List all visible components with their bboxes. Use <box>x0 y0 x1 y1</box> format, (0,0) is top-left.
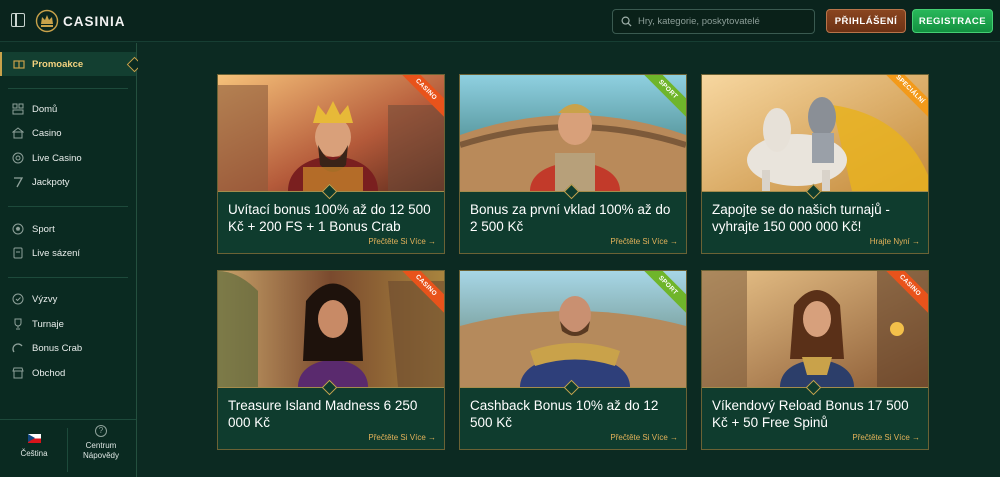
promo-title: Zapojte se do našich turnajů - vyhrajte … <box>712 202 890 234</box>
read-more-link[interactable]: Přečtěte Si Více <box>610 237 678 246</box>
promo-image-gladiator <box>460 75 686 191</box>
sidebar: Promoakce Domů Casino Live Casino Jackpo… <box>0 43 137 477</box>
read-more-link[interactable]: Přečtěte Si Více <box>610 433 678 442</box>
sidebar-item-label: Live Casino <box>32 152 82 164</box>
sidebar-item-label: Jackpoty <box>32 176 70 188</box>
sidebar-item-domu[interactable]: Domů <box>0 99 130 119</box>
promo-title: Bonus za první vklad 100% až do 2 500 Kč <box>470 202 671 234</box>
seven-icon <box>12 176 24 188</box>
promo-image-heroine <box>702 271 928 387</box>
crab-claw-icon <box>12 342 24 354</box>
help-center-link[interactable]: ? Centrum Nápovědy <box>73 425 129 461</box>
sidebar-item-label: Bonus Crab <box>32 342 83 354</box>
search-input[interactable] <box>638 16 808 27</box>
promo-image-treasure <box>218 271 444 387</box>
sidebar-footer: Čeština ? Centrum Nápovědy <box>0 419 136 477</box>
sidebar-divider <box>8 206 128 207</box>
promo-title: Cashback Bonus 10% až do 12 500 Kč <box>470 398 659 430</box>
search-box[interactable] <box>612 9 815 34</box>
sidebar-divider <box>8 277 128 278</box>
casino-building-icon <box>12 127 24 139</box>
sidebar-item-sport[interactable]: Sport <box>0 219 130 239</box>
shop-icon <box>12 367 24 379</box>
read-more-link[interactable]: Přečtěte Si Více <box>368 237 436 246</box>
crown-logo-icon <box>35 9 59 33</box>
help-label-line1: Centrum <box>85 441 117 450</box>
question-icon: ? <box>95 425 107 437</box>
top-bar: CASINIA PŘIHLÁŠENÍ REGISTRACE <box>0 0 1000 42</box>
read-more-link[interactable]: Přečtěte Si Více <box>368 433 436 442</box>
grid-icon <box>12 103 24 115</box>
sidebar-item-jackpoty[interactable]: Jackpoty <box>0 172 130 192</box>
sidebar-item-turnaje[interactable]: Turnaje <box>0 314 130 334</box>
sidebar-item-vyzvy[interactable]: Výzvy <box>0 289 130 309</box>
sidebar-item-casino[interactable]: Casino <box>0 123 130 143</box>
promo-card[interactable]: CASINO Víkendový Reload Bonus 17 500 Kč … <box>701 270 929 450</box>
sidebar-item-label: Sport <box>32 223 55 235</box>
sidebar-item-label: Obchod <box>32 367 66 379</box>
promo-card[interactable]: SPECIÁLNÍ Zapojte se do našich turnajů -… <box>701 74 929 254</box>
sidebar-item-live-casino[interactable]: Live Casino <box>0 148 130 168</box>
login-button[interactable]: PŘIHLÁŠENÍ <box>826 9 906 33</box>
promo-title: Treasure Island Madness 6 250 000 Kč <box>228 398 418 430</box>
promo-card[interactable]: CASINO Treasure Island Madness 6 250 000… <box>217 270 445 450</box>
promo-title: Uvítací bonus 100% až do 12 500 Kč + 200… <box>228 202 431 234</box>
sidebar-item-label: Promoakce <box>32 58 84 70</box>
trophy-icon <box>12 318 24 330</box>
promo-card[interactable]: SPORT Bonus za první vklad 100% až do 2 … <box>459 74 687 254</box>
soccer-ball-icon <box>12 223 24 235</box>
promo-card[interactable]: CASINO Uvítací bonus 100% až do 12 500 K… <box>217 74 445 254</box>
language-label: Čeština <box>20 449 48 458</box>
sidebar-item-obchod[interactable]: Obchod <box>0 363 130 383</box>
promo-image-king <box>218 75 444 191</box>
play-now-link[interactable]: Hrajte Nyní <box>870 237 920 246</box>
logo[interactable]: CASINIA <box>35 9 126 33</box>
promo-card[interactable]: SPORT Cashback Bonus 10% až do 12 500 Kč… <box>459 270 687 450</box>
sidebar-item-label: Casino <box>32 127 62 139</box>
sidebar-item-live-sazeni[interactable]: Live sázení <box>0 243 130 263</box>
brand-name: CASINIA <box>63 13 126 29</box>
sidebar-item-label: Domů <box>32 103 58 115</box>
sidebar-item-promoakce[interactable]: Promoakce <box>0 52 136 76</box>
challenge-icon <box>12 293 24 305</box>
promo-title: Víkendový Reload Bonus 17 500 Kč + 50 Fr… <box>712 398 909 430</box>
promotions-area: CASINO Uvítací bonus 100% až do 12 500 K… <box>138 43 1000 477</box>
register-button[interactable]: REGISTRACE <box>912 9 993 33</box>
footer-divider <box>67 428 68 472</box>
language-selector[interactable]: Čeština <box>10 434 58 459</box>
sidebar-item-label: Live sázení <box>32 247 81 259</box>
live-bet-icon <box>12 247 24 259</box>
sidebar-toggle-icon[interactable] <box>11 13 25 27</box>
search-icon <box>621 16 632 27</box>
czech-flag-icon <box>27 434 41 443</box>
sidebar-item-label: Turnaje <box>32 318 64 330</box>
live-chip-icon <box>12 152 24 164</box>
promo-image-warrior <box>460 271 686 387</box>
sidebar-item-label: Výzvy <box>32 293 58 305</box>
read-more-link[interactable]: Přečtěte Si Více <box>852 433 920 442</box>
promo-image-knight <box>702 75 928 191</box>
gift-box-icon <box>13 58 25 70</box>
help-label-line2: Nápovědy <box>82 451 120 460</box>
sidebar-divider <box>8 88 128 89</box>
sidebar-item-bonus-crab[interactable]: Bonus Crab <box>0 338 130 358</box>
